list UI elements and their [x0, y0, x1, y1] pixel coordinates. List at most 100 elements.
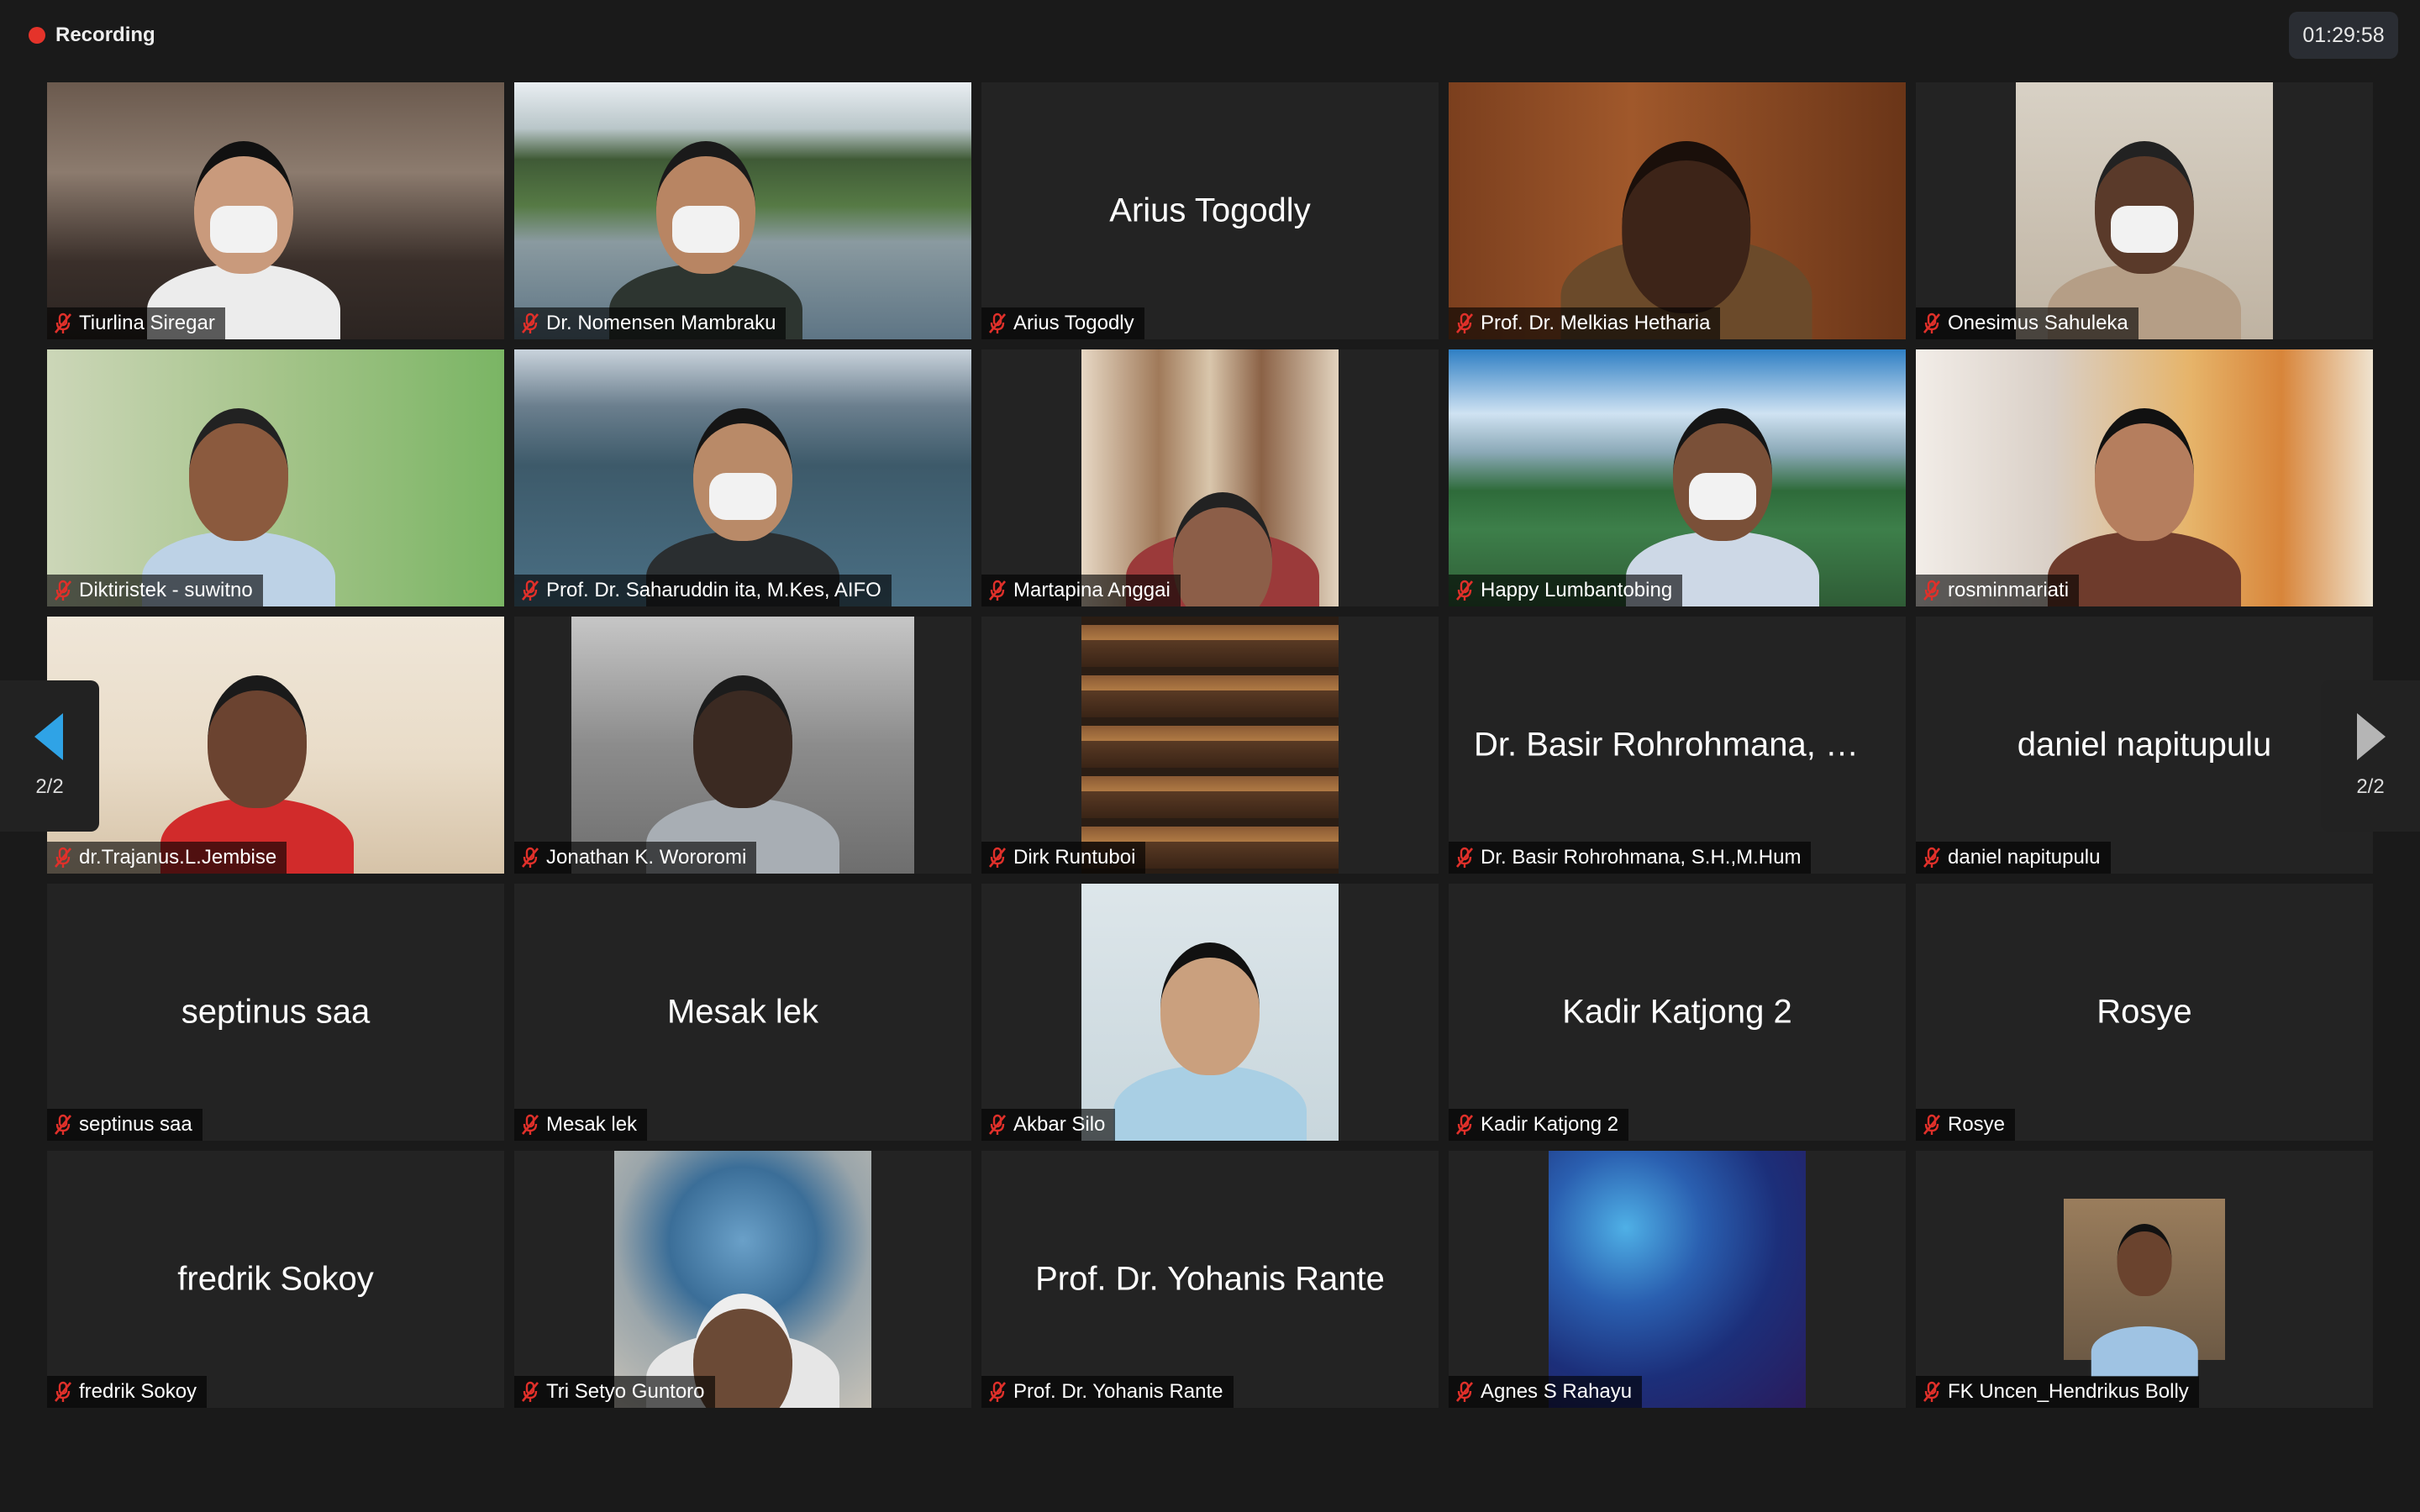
muted-mic-icon: [54, 1381, 72, 1403]
participant-tile[interactable]: Rosye Rosye: [1916, 884, 2373, 1141]
participant-name-tag: Dr. Basir Rohrohmana, S.H.,M.Hum: [1449, 842, 1812, 874]
participant-tile[interactable]: Onesimus Sahuleka: [1916, 82, 2373, 339]
muted-mic-icon: [988, 580, 1007, 601]
participant-tile[interactable]: septinus saa septinus saa: [47, 884, 504, 1141]
participant-video: [47, 82, 504, 339]
muted-mic-icon: [1923, 847, 1941, 869]
participant-tile[interactable]: Happy Lumbantobing: [1449, 349, 1906, 606]
participant-name-tag: septinus saa: [47, 1109, 203, 1141]
muted-mic-icon: [1923, 312, 1941, 334]
participant-name: Dr. Basir Rohrohmana, S.H.,M.Hum: [1481, 846, 1802, 869]
participant-tile[interactable]: Mesak lek Mesak lek: [514, 884, 971, 1141]
participant-display-name: Dr. Basir Rohrohmana, S.H.,...: [1474, 726, 1906, 764]
participant-name-tag: Akbar Silo: [981, 1109, 1116, 1141]
participant-name-tag: Martapina Anggai: [981, 575, 1181, 606]
participant-name: Arius Togodly: [1013, 312, 1134, 334]
participant-name-tag: daniel napitupulu: [1916, 842, 2111, 874]
participant-tile[interactable]: Prof. Dr. Yohanis Rante Prof. Dr. Yohanis…: [981, 1151, 1439, 1408]
participant-name-tag: Tiurlina Siregar: [47, 307, 225, 339]
participant-name: Martapina Anggai: [1013, 579, 1171, 601]
muted-mic-icon: [988, 312, 1007, 334]
muted-mic-icon: [1923, 1114, 1941, 1136]
muted-mic-icon: [1923, 580, 1941, 601]
participant-video: [1916, 349, 2373, 606]
participant-name-tag: Prof. Dr. Melkias Hetharia: [1449, 307, 1721, 339]
participant-tile[interactable]: Akbar Silo: [981, 884, 1439, 1141]
participant-tile[interactable]: FK Uncen_Hendrikus Bolly: [1916, 1151, 2373, 1408]
muted-mic-icon: [54, 312, 72, 334]
participant-name: Dr. Nomensen Mambraku: [546, 312, 776, 334]
participant-video: [1549, 1151, 1806, 1408]
participant-name: Dirk Runtuboi: [1013, 846, 1136, 869]
participant-name-tag: Happy Lumbantobing: [1449, 575, 1683, 606]
participant-name-tag: Arius Togodly: [981, 307, 1144, 339]
muted-mic-icon: [988, 1381, 1007, 1403]
participant-display-name: Mesak lek: [666, 993, 819, 1031]
participant-tile[interactable]: Arius Togodly Arius Togodly: [981, 82, 1439, 339]
participant-name: FK Uncen_Hendrikus Bolly: [1948, 1380, 2189, 1403]
recording-dot-icon: [29, 27, 45, 44]
muted-mic-icon: [521, 1114, 539, 1136]
muted-mic-icon: [988, 1114, 1007, 1136]
participant-name-tag: Tri Setyo Guntoro: [514, 1376, 715, 1408]
participant-name-tag: fredrik Sokoy: [47, 1376, 208, 1408]
participant-display-name: Prof. Dr. Yohanis Rante: [1035, 1260, 1385, 1298]
muted-mic-icon: [1455, 312, 1474, 334]
participant-name-tag: Dirk Runtuboi: [981, 842, 1146, 874]
page-indicator-left: 2/2: [35, 775, 64, 798]
participant-tile[interactable]: rosminmariati: [1916, 349, 2373, 606]
muted-mic-icon: [54, 580, 72, 601]
muted-mic-icon: [54, 847, 72, 869]
muted-mic-icon: [521, 1381, 539, 1403]
participant-tile[interactable]: Tri Setyo Guntoro: [514, 1151, 971, 1408]
participant-name: Prof. Dr. Yohanis Rante: [1013, 1380, 1223, 1403]
participant-name: septinus saa: [79, 1113, 192, 1136]
participant-display-name: Rosye: [2096, 993, 2192, 1031]
participant-tile[interactable]: Dirk Runtuboi: [981, 617, 1439, 874]
arrow-left-icon: [34, 713, 65, 760]
participant-tile[interactable]: Jonathan K. Wororomi: [514, 617, 971, 874]
participant-name-tag: Kadir Katjong 2: [1449, 1109, 1629, 1141]
participant-display-name: Arius Togodly: [1109, 192, 1311, 229]
participant-name: Onesimus Sahuleka: [1948, 312, 2128, 334]
participant-tile[interactable]: Agnes S Rahayu: [1449, 1151, 1906, 1408]
participant-tile[interactable]: Diktiristek - suwitno: [47, 349, 504, 606]
participant-tile[interactable]: Dr. Basir Rohrohmana, S.H.,... Dr. Basir …: [1449, 617, 1906, 874]
participant-tile[interactable]: fredrik Sokoy fredrik Sokoy: [47, 1151, 504, 1408]
participant-tile[interactable]: dr.Trajanus.L.Jembise: [47, 617, 504, 874]
participant-tile[interactable]: daniel napitupulu daniel napitupulu: [1916, 617, 2373, 874]
participant-name-tag: rosminmariati: [1916, 575, 2080, 606]
previous-page-button[interactable]: 2/2: [0, 680, 99, 832]
participant-video: [1081, 617, 1339, 874]
muted-mic-icon: [521, 847, 539, 869]
page-indicator-right: 2/2: [2356, 775, 2385, 798]
participant-video: [1081, 349, 1339, 606]
participant-name: Prof. Dr. Saharuddin ita, M.Kes, AIFO: [546, 579, 881, 601]
participant-display-name: septinus saa: [181, 993, 371, 1031]
participant-name: Kadir Katjong 2: [1481, 1113, 1619, 1136]
participant-video: [1081, 884, 1339, 1141]
participant-video: [2016, 82, 2273, 339]
participant-tile[interactable]: Kadir Katjong 2 Kadir Katjong 2: [1449, 884, 1906, 1141]
participant-name: fredrik Sokoy: [79, 1380, 197, 1403]
participant-name-tag: Jonathan K. Wororomi: [514, 842, 757, 874]
participant-tile[interactable]: Prof. Dr. Melkias Hetharia: [1449, 82, 1906, 339]
participant-name-tag: Prof. Dr. Yohanis Rante: [981, 1376, 1234, 1408]
participant-video: [514, 82, 971, 339]
muted-mic-icon: [988, 847, 1007, 869]
muted-mic-icon: [1923, 1381, 1941, 1403]
participant-tile[interactable]: Dr. Nomensen Mambraku: [514, 82, 971, 339]
participant-tile[interactable]: Tiurlina Siregar: [47, 82, 504, 339]
participant-name-tag: Prof. Dr. Saharuddin ita, M.Kes, AIFO: [514, 575, 892, 606]
participant-gallery: Tiurlina Siregar Dr. Nomensen Mambraku Ari…: [47, 82, 2373, 1408]
participant-video: [2064, 1199, 2225, 1377]
participant-name: Mesak lek: [546, 1113, 638, 1136]
muted-mic-icon: [1455, 580, 1474, 601]
muted-mic-icon: [1455, 1381, 1474, 1403]
participant-tile[interactable]: Martapina Anggai: [981, 349, 1439, 606]
next-page-button[interactable]: 2/2: [2321, 680, 2420, 832]
participant-tile[interactable]: Prof. Dr. Saharuddin ita, M.Kes, AIFO: [514, 349, 971, 606]
muted-mic-icon: [521, 580, 539, 601]
recording-label: Recording: [55, 24, 155, 46]
participant-name-tag: Dr. Nomensen Mambraku: [514, 307, 786, 339]
